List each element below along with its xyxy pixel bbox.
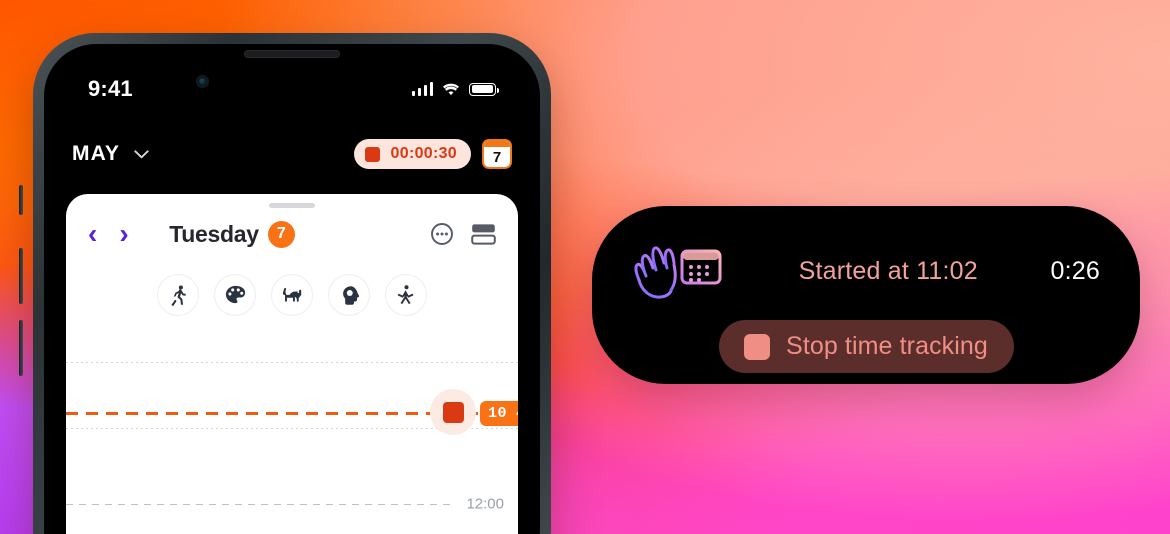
started-at-label: Started at 11:02 <box>798 256 978 285</box>
chevron-down-icon[interactable] <box>134 149 149 159</box>
volume-down-button[interactable] <box>19 320 23 376</box>
status-bar: 9:41 <box>44 74 540 104</box>
day-title[interactable]: Tuesday 7 <box>169 220 295 248</box>
time-label-noon: 12:00 <box>466 495 504 513</box>
iphone-frame: 9:41 MAY 00:00:30 7 ‹ › Tuesday 7 10 12:… <box>19 33 551 534</box>
volume-up-button[interactable] <box>19 248 23 304</box>
gridline <box>66 362 518 363</box>
status-icons <box>411 81 499 96</box>
day-number-badge: 7 <box>267 220 295 248</box>
stop-square-icon[interactable] <box>364 146 380 162</box>
gridline-noon <box>66 504 452 505</box>
elapsed-time: 0:26 <box>1050 256 1100 285</box>
stretching-icon[interactable] <box>385 274 427 316</box>
day-name-label: Tuesday <box>169 220 259 247</box>
mute-switch[interactable] <box>19 185 23 215</box>
hand-calendar-icon <box>634 246 722 299</box>
calendar-chip-day: 7 <box>492 148 502 166</box>
stop-time-tracking-button[interactable]: Stop time tracking <box>718 320 1014 373</box>
previous-day-button[interactable]: ‹ <box>88 220 97 248</box>
running-timer-pill[interactable]: 00:00:30 <box>353 139 471 169</box>
mindfulness-head-icon[interactable] <box>328 274 370 316</box>
current-minute: 43 <box>516 405 518 422</box>
stop-time-tracking-label: Stop time tracking <box>786 332 988 360</box>
category-row <box>66 274 518 316</box>
dog-icon[interactable] <box>271 274 313 316</box>
day-actions <box>430 222 496 246</box>
calendar-date-chip[interactable]: 7 <box>482 139 512 169</box>
timer-value: 00:00:30 <box>390 145 457 162</box>
stop-square-icon[interactable] <box>442 401 464 423</box>
phone-screen: 9:41 MAY 00:00:30 7 ‹ › Tuesday 7 10 12:… <box>44 44 540 534</box>
month-label[interactable]: MAY <box>72 142 120 166</box>
current-time-line <box>66 412 490 415</box>
earpiece-speaker <box>244 50 340 58</box>
layout-rows-icon[interactable] <box>471 223 496 245</box>
battery-icon <box>469 82 499 96</box>
stop-square-icon <box>744 333 771 360</box>
cellular-signal-icon <box>411 81 433 96</box>
wifi-icon <box>443 83 459 95</box>
live-activity-card[interactable]: Started at 11:02 0:26 Stop time tracking <box>592 206 1140 384</box>
live-activity-row: Started at 11:02 0:26 <box>592 206 1140 302</box>
day-sheet: ‹ › Tuesday 7 10 12:00 <box>66 194 518 534</box>
live-activity-center: Started at 11:02 <box>744 257 1033 286</box>
app-top-bar: MAY 00:00:30 7 <box>44 132 540 176</box>
day-header: ‹ › Tuesday 7 <box>66 208 518 248</box>
more-options-icon[interactable] <box>430 222 454 246</box>
current-time-knob[interactable] <box>430 389 476 435</box>
day-timeline: 10 43 12:00 <box>66 344 518 534</box>
current-time-badge: 10 43 <box>480 401 518 426</box>
art-palette-icon[interactable] <box>214 274 256 316</box>
status-clock: 9:41 <box>88 76 133 101</box>
current-hour: 10 <box>488 405 508 422</box>
running-icon[interactable] <box>157 274 199 316</box>
app-bar-right: 00:00:30 7 <box>353 139 512 169</box>
next-day-button[interactable]: › <box>119 220 128 248</box>
calendar-chip-cap <box>484 141 510 147</box>
